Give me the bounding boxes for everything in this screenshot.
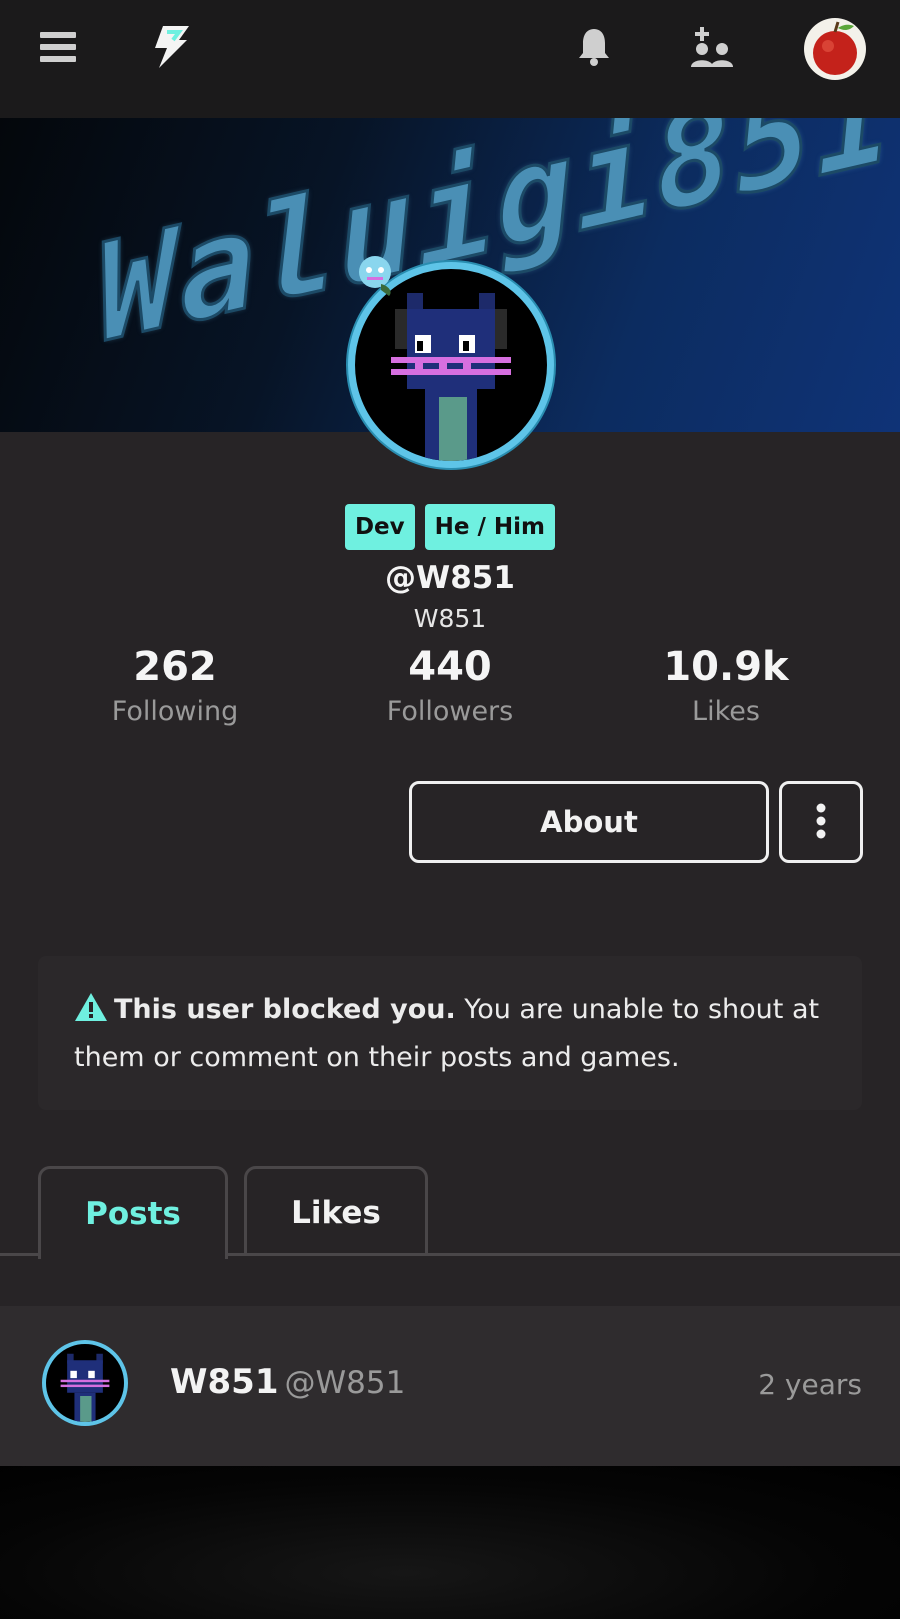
post-author-avatar[interactable] [42, 1340, 128, 1426]
warning-icon [74, 992, 108, 1036]
lightning-logo-icon[interactable] [148, 22, 192, 72]
post-timestamp: 2 years [758, 1368, 862, 1401]
profile-badges: Dev He / Him [0, 504, 900, 550]
tab-likes[interactable]: Likes [244, 1166, 428, 1256]
profile-handle: @W851 [385, 560, 515, 596]
stat-followers-value: 440 [408, 644, 492, 690]
profile-display-name: W851 [413, 604, 487, 633]
post-author[interactable]: W851 @W851 [170, 1362, 405, 1402]
vertical-dots-icon [815, 803, 827, 842]
stat-following-value: 262 [133, 644, 217, 690]
post-author-handle: @W851 [284, 1365, 406, 1401]
post-media[interactable] [0, 1466, 900, 1619]
stat-following[interactable]: 262 Following [55, 644, 295, 727]
blocked-notice: This user blocked you. You are unable to… [38, 956, 862, 1110]
hamburger-menu-icon[interactable] [36, 22, 80, 72]
tab-posts[interactable]: Posts [38, 1166, 228, 1259]
top-bar [0, 0, 900, 118]
bell-icon[interactable] [572, 22, 616, 72]
user-avatar[interactable] [804, 18, 866, 80]
badge-pronouns: He / Him [424, 504, 556, 550]
post-header: W851 @W851 2 years [0, 1306, 900, 1466]
stat-followers-label: Followers [386, 696, 514, 727]
more-options-button[interactable] [779, 781, 863, 863]
stat-followers[interactable]: 440 Followers [330, 644, 570, 727]
blocked-notice-title: This user blocked you. [114, 994, 456, 1025]
add-friend-icon[interactable] [686, 22, 736, 72]
ghost-sticker-icon [353, 252, 399, 298]
stat-likes-value: 10.9k [663, 644, 789, 690]
about-button[interactable]: About [409, 781, 769, 863]
stat-following-label: Following [111, 696, 239, 727]
post-author-name: W851 [170, 1362, 279, 1402]
stat-likes[interactable]: 10.9k Likes [606, 644, 846, 727]
badge-dev: Dev [344, 504, 415, 550]
stat-likes-label: Likes [692, 696, 760, 727]
